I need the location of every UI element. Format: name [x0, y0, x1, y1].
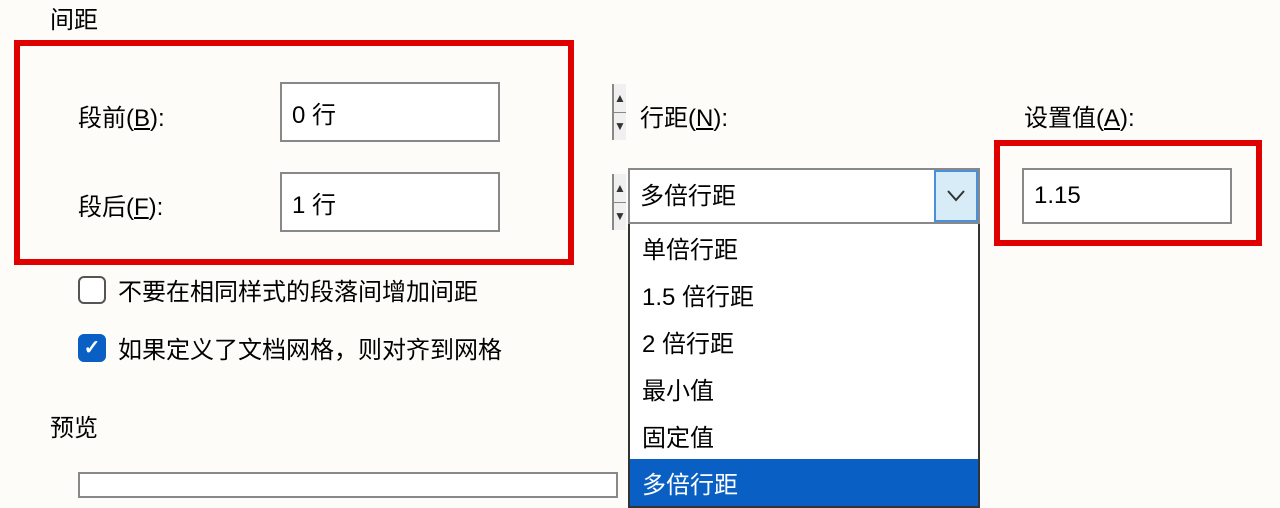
before-spinner[interactable]: ▲ ▼ — [280, 82, 500, 142]
before-down-button[interactable]: ▼ — [614, 113, 626, 141]
spacing-section-title: 间距 — [50, 0, 98, 35]
snap-to-grid-row[interactable]: 如果定义了文档网格，则对齐到网格 — [78, 330, 502, 365]
dropdown-item-single[interactable]: 单倍行距 — [630, 224, 978, 271]
line-spacing-dropdown-button[interactable] — [934, 170, 978, 222]
dropdown-item-min[interactable]: 最小值 — [630, 365, 978, 412]
dropdown-item-fixed[interactable]: 固定值 — [630, 412, 978, 459]
snap-to-grid-label: 如果定义了文档网格，则对齐到网格 — [118, 330, 502, 365]
after-down-button[interactable]: ▼ — [614, 203, 626, 231]
set-value-spinner[interactable]: ▲ ▼ — [1022, 168, 1232, 224]
no-space-same-style-row[interactable]: 不要在相同样式的段落间增加间距 — [78, 272, 478, 307]
no-space-same-style-checkbox[interactable] — [78, 276, 106, 304]
snap-to-grid-checkbox[interactable] — [78, 334, 106, 362]
dropdown-item-1-5[interactable]: 1.5 倍行距 — [630, 271, 978, 318]
before-label: 段前(B): — [78, 98, 165, 133]
after-spinner[interactable]: ▲ ▼ — [280, 172, 500, 232]
line-spacing-dropdown-list[interactable]: 单倍行距 1.5 倍行距 2 倍行距 最小值 固定值 多倍行距 — [628, 224, 980, 508]
preview-area — [78, 472, 618, 498]
set-value-label: 设置值(A): — [1024, 98, 1135, 133]
no-space-same-style-label: 不要在相同样式的段落间增加间距 — [118, 272, 478, 307]
after-label: 段后(F): — [78, 187, 163, 222]
preview-section-title: 预览 — [50, 408, 98, 443]
dropdown-item-double[interactable]: 2 倍行距 — [630, 318, 978, 365]
chevron-down-icon — [947, 190, 965, 202]
set-value-input[interactable] — [1024, 170, 1280, 222]
before-up-button[interactable]: ▲ — [614, 84, 626, 113]
line-spacing-label: 行距(N): — [640, 98, 728, 133]
line-spacing-value: 多倍行距 — [630, 170, 934, 222]
dropdown-item-multiple[interactable]: 多倍行距 — [630, 459, 978, 506]
line-spacing-combo[interactable]: 多倍行距 — [628, 168, 980, 224]
after-up-button[interactable]: ▲ — [614, 174, 626, 203]
after-input[interactable] — [282, 174, 612, 230]
before-input[interactable] — [282, 84, 612, 140]
